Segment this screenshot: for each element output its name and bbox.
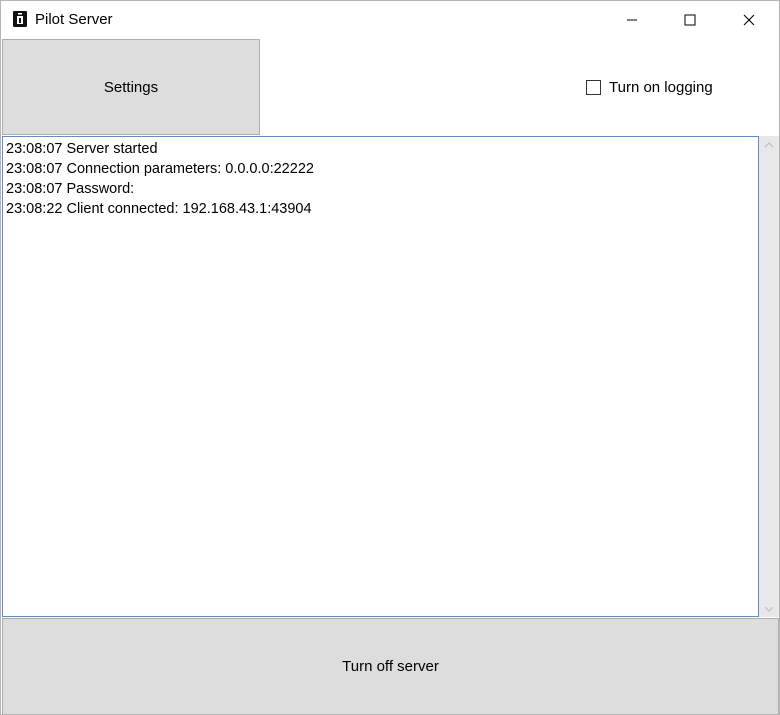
log-line: 23:08:07 Server started: [6, 141, 158, 157]
log-line: 23:08:07 Connection parameters: 0.0.0.0:…: [6, 161, 314, 177]
turn-off-server-button[interactable]: Turn off server: [2, 618, 779, 714]
log-output[interactable]: 23:08:07 Server started 23:08:07 Connect…: [2, 136, 759, 617]
window-title: Pilot Server: [35, 11, 113, 28]
log-line: 23:08:22 Client connected: 192.168.43.1:…: [6, 201, 312, 217]
maximize-icon: [684, 14, 696, 25]
chevron-up-icon: [764, 141, 774, 147]
app-icon: [13, 11, 27, 27]
scroll-up-button[interactable]: [759, 136, 779, 153]
chevron-down-icon: [764, 606, 774, 612]
scroll-down-button[interactable]: [759, 600, 779, 617]
minimize-button[interactable]: [603, 1, 661, 38]
logging-toggle[interactable]: Turn on logging: [586, 78, 713, 96]
title-bar[interactable]: Pilot Server: [1, 1, 779, 38]
log-scrollbar[interactable]: [759, 136, 779, 617]
close-icon: [743, 14, 755, 25]
log-line: 23:08:07 Password:: [6, 181, 135, 197]
logging-checkbox[interactable]: [586, 79, 601, 95]
close-button[interactable]: [720, 1, 778, 38]
maximize-button[interactable]: [661, 1, 719, 38]
logging-label[interactable]: Turn on logging: [609, 79, 713, 96]
settings-button[interactable]: Settings: [2, 39, 260, 135]
app-window: Pilot Server Settings Turn on logging 23…: [0, 0, 780, 715]
minimize-icon: [627, 19, 637, 20]
